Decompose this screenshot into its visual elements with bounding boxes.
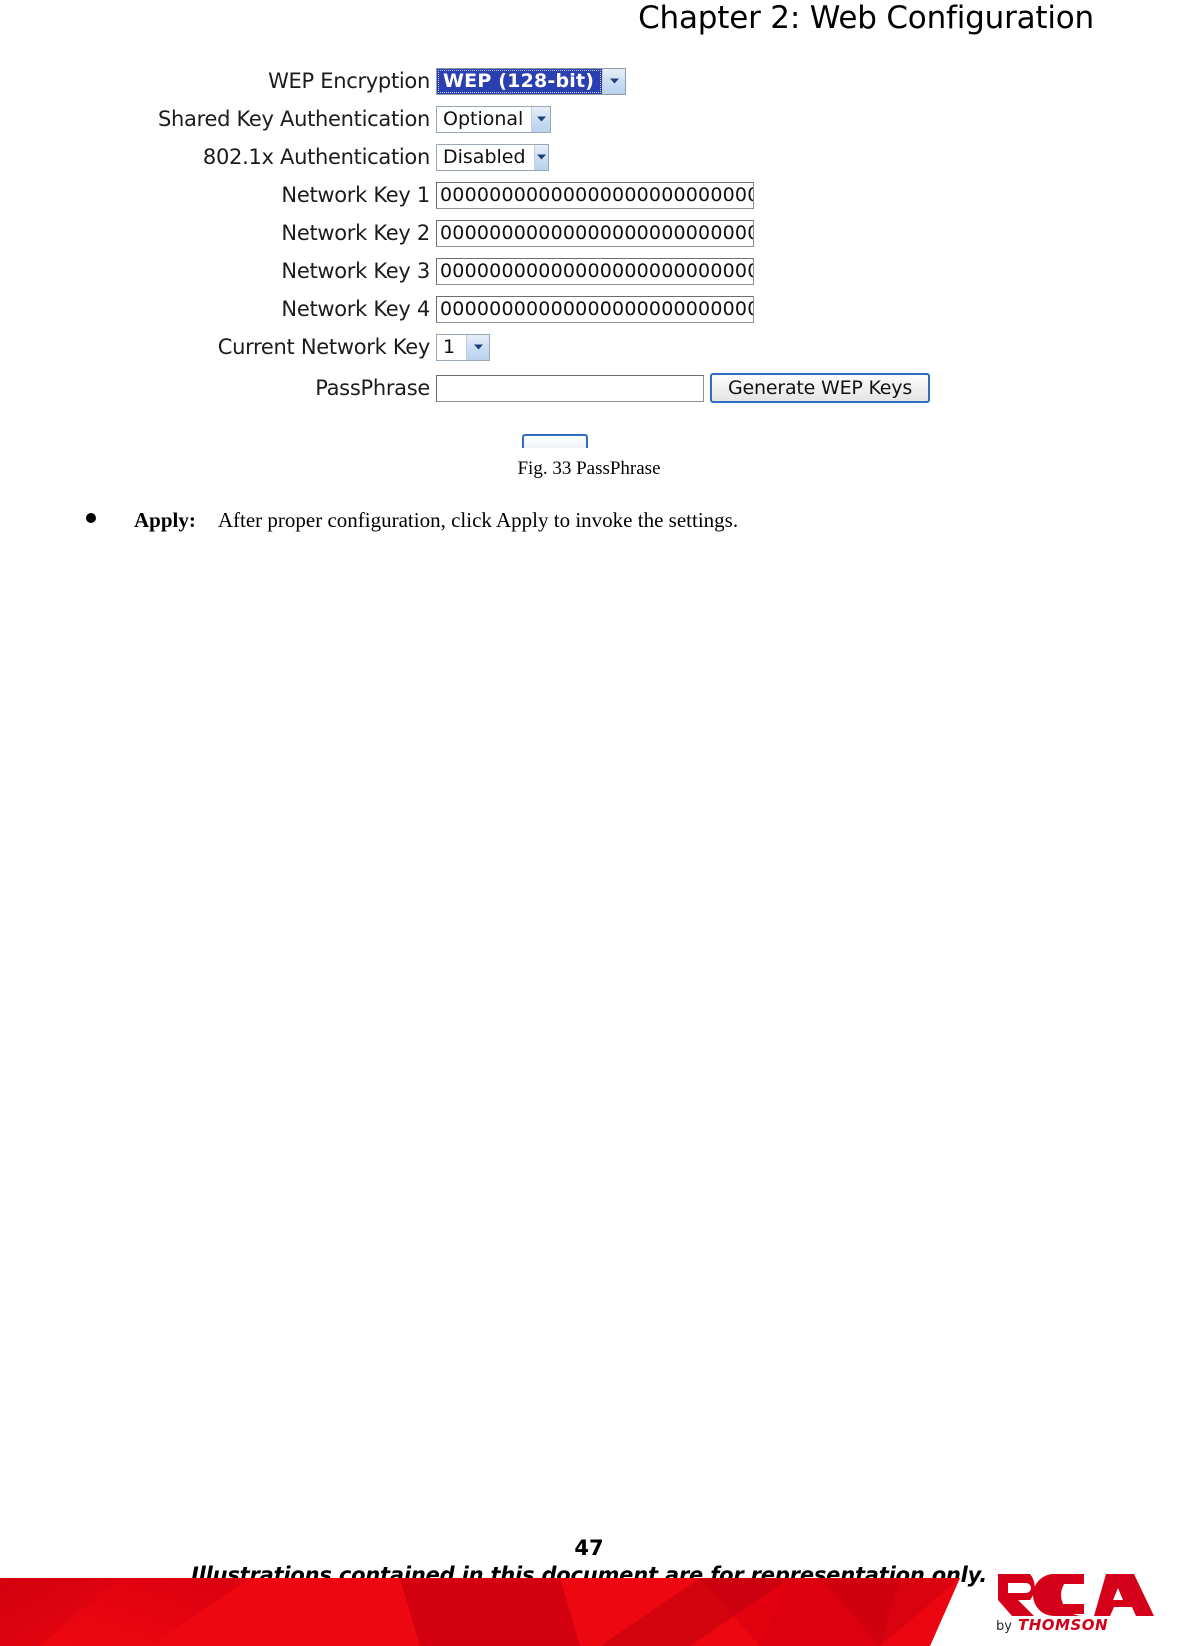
network-key-2-input[interactable]: 00000000000000000000000000 — [436, 219, 754, 247]
chevron-down-icon — [602, 68, 626, 94]
bullet-term: Apply: — [134, 508, 196, 532]
svg-text:by: by — [996, 1619, 1012, 1634]
figure-caption: Fig. 33 PassPhrase — [517, 458, 661, 479]
label-network-key-2: Network Key 2 — [281, 221, 430, 245]
label-network-key-3: Network Key 3 — [281, 259, 430, 283]
rca-thomson-logo: by THOMSON — [994, 1572, 1164, 1634]
label-passphrase: PassPhrase — [315, 376, 430, 400]
page-header: Chapter 2: Web Configuration — [0, 0, 1178, 46]
page-number: 47 — [574, 1536, 604, 1560]
row-8021x-authentication: 802.1x Authentication Disabled — [0, 138, 1000, 176]
passphrase-input[interactable] — [436, 374, 704, 402]
figure-screenshot: WEP Encryption WEP (128-bit) Shared Key … — [0, 62, 1178, 448]
network-key-3-input[interactable]: 00000000000000000000000000 — [436, 257, 754, 285]
label-8021x-authentication: 802.1x Authentication — [202, 145, 430, 169]
wep-encryption-value: WEP (128-bit) — [437, 68, 603, 94]
network-key-4-input[interactable]: 00000000000000000000000000 — [436, 295, 754, 323]
shared-key-authentication-value: Optional — [443, 107, 524, 130]
chevron-down-icon — [466, 334, 489, 360]
label-network-key-4: Network Key 4 — [281, 297, 430, 321]
8021x-authentication-select[interactable]: Disabled — [436, 143, 549, 171]
row-passphrase: PassPhrase Generate WEP Keys — [0, 366, 1000, 410]
bullet-item-apply: Apply: After proper configuration, click… — [86, 508, 1106, 533]
label-current-network-key: Current Network Key — [217, 335, 431, 359]
label-shared-key-authentication: Shared Key Authentication — [157, 107, 430, 131]
page-title: Chapter 2: Web Configuration — [638, 0, 1094, 36]
row-wep-encryption: WEP Encryption WEP (128-bit) — [0, 62, 1000, 100]
wep-settings-panel: WEP Encryption WEP (128-bit) Shared Key … — [0, 62, 1000, 448]
svg-text:THOMSON: THOMSON — [1018, 1616, 1108, 1634]
row-network-key-3: Network Key 3 00000000000000000000000000 — [0, 252, 1000, 290]
label-network-key-1: Network Key 1 — [281, 183, 430, 207]
chevron-down-icon — [533, 144, 548, 170]
chevron-down-icon — [531, 106, 550, 132]
generate-wep-keys-button[interactable]: Generate WEP Keys — [710, 373, 931, 403]
apply-button-clipped[interactable] — [522, 434, 588, 448]
current-network-key-select[interactable]: 1 — [436, 333, 490, 361]
current-network-key-value: 1 — [443, 335, 456, 358]
row-current-network-key: Current Network Key 1 — [0, 328, 1000, 366]
bullet-dot-icon — [86, 513, 96, 523]
row-shared-key-authentication: Shared Key Authentication Optional — [0, 100, 1000, 138]
bullet-body: After proper configuration, click Apply … — [217, 508, 739, 532]
8021x-authentication-value: Disabled — [443, 145, 526, 168]
network-key-1-input[interactable]: 00000000000000000000000000 — [436, 181, 754, 209]
row-network-key-4: Network Key 4 00000000000000000000000000 — [0, 290, 1000, 328]
wep-encryption-select[interactable]: WEP (128-bit) — [436, 67, 627, 95]
shared-key-authentication-select[interactable]: Optional — [436, 105, 551, 133]
row-network-key-1: Network Key 1 00000000000000000000000000 — [0, 176, 1000, 214]
label-wep-encryption: WEP Encryption — [268, 69, 430, 93]
row-network-key-2: Network Key 2 00000000000000000000000000 — [0, 214, 1000, 252]
